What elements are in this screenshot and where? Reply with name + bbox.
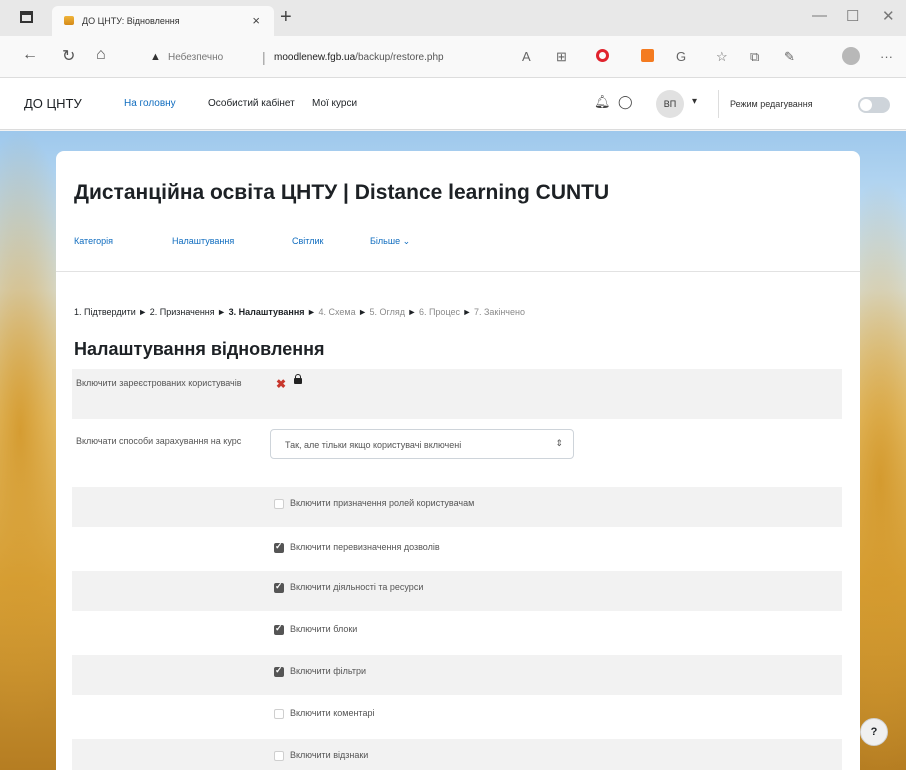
browser-toolbar: ← ↻ ⌂ ▲ Небезпечно | moodlenew.fgb.ua/ba… bbox=[0, 36, 906, 78]
main-content-card: Дистанційна освіта ЦНТУ | Distance learn… bbox=[56, 151, 860, 770]
tab-close-icon[interactable]: × bbox=[252, 13, 260, 28]
checkbox-activities[interactable] bbox=[274, 581, 284, 593]
enrol-methods-value: Так, але тільки якщо користувачі включен… bbox=[285, 440, 462, 450]
tab-more[interactable]: Більше ⌄ bbox=[370, 236, 410, 247]
checkbox-label: Включити діяльності та ресурси bbox=[290, 582, 424, 592]
nav-mycourses-link[interactable]: Мої курси bbox=[312, 98, 357, 109]
cross-icon: ✖ bbox=[276, 377, 287, 391]
step-destination: 2. Призначення bbox=[149, 307, 215, 317]
edit-mode-toggle[interactable] bbox=[858, 97, 890, 113]
more-menu-icon[interactable]: ··· bbox=[880, 49, 893, 64]
messages-icon[interactable]: ◯ bbox=[618, 94, 633, 110]
step-review: 5. Огляд bbox=[369, 307, 405, 317]
lock-icon bbox=[294, 374, 302, 384]
url-text[interactable]: moodlenew.fgb.ua/backup/restore.php bbox=[274, 52, 444, 63]
favorites-icon[interactable]: ☆ bbox=[716, 49, 728, 65]
new-tab-button[interactable]: + bbox=[280, 6, 292, 29]
step-arrow-icon: ► bbox=[462, 307, 472, 317]
checkbox-comments[interactable] bbox=[274, 709, 284, 719]
section-heading: Налаштування відновлення bbox=[74, 339, 325, 359]
checkbox-label: Включити фільтри bbox=[290, 666, 367, 676]
step-arrow-icon: ► bbox=[358, 307, 368, 317]
chevron-down-icon[interactable]: ▾ bbox=[692, 96, 697, 107]
page-title: Дистанційна освіта ЦНТУ | Distance learn… bbox=[74, 181, 610, 204]
form-row-badges: Включити відзнаки bbox=[72, 739, 842, 770]
read-aloud-icon[interactable]: A bbox=[522, 49, 531, 64]
field-label-enrol: Включати способи зарахування на курс bbox=[76, 436, 242, 446]
minimize-icon[interactable]: — bbox=[812, 7, 827, 24]
url-domain: moodlenew.fgb.ua bbox=[274, 52, 356, 63]
tab-settings[interactable]: Налаштування bbox=[172, 236, 234, 246]
restore-progress-steps: 1. Підтвердити ► 2. Призначення ► 3. Нал… bbox=[74, 307, 525, 317]
step-schema: 4. Схема bbox=[318, 307, 356, 317]
field-label-users: Включити зареєстрованих користувачів bbox=[76, 378, 242, 388]
step-arrow-icon: ► bbox=[407, 307, 417, 317]
url-path: /backup/restore.php bbox=[355, 52, 444, 63]
refresh-icon[interactable]: ↻ bbox=[62, 46, 75, 66]
checkbox-label: Включити відзнаки bbox=[290, 750, 369, 760]
maximize-icon[interactable]: ☐ bbox=[846, 7, 859, 25]
checkbox-blocks[interactable] bbox=[274, 623, 284, 635]
enrol-methods-select[interactable]: Так, але тільки якщо користувачі включен… bbox=[270, 429, 574, 459]
nav-dashboard-link[interactable]: Особистий кабінет bbox=[208, 98, 295, 109]
checkbox-label: Включити блоки bbox=[290, 624, 358, 634]
form-row-activities: Включити діяльності та ресурси bbox=[72, 571, 842, 611]
opera-extension-icon[interactable] bbox=[596, 49, 609, 62]
form-row-comments: Включити коментарі bbox=[72, 697, 842, 737]
collections-icon[interactable]: ⧉ bbox=[750, 49, 759, 65]
extension-icon[interactable] bbox=[641, 49, 654, 62]
home-icon[interactable]: ⌂ bbox=[96, 46, 106, 64]
tab-svitlyk[interactable]: Світлик bbox=[292, 236, 323, 246]
close-window-icon[interactable]: ✕ bbox=[882, 7, 895, 25]
toggle-knob bbox=[860, 99, 872, 111]
step-confirm: 1. Підтвердити bbox=[74, 307, 136, 317]
step-arrow-icon: ► bbox=[138, 307, 148, 317]
step-complete: 7. Закінчено bbox=[473, 307, 525, 317]
profile-avatar[interactable] bbox=[842, 47, 860, 65]
extensions-icon[interactable]: ✎ bbox=[784, 49, 795, 65]
form-row-users: Включити зареєстрованих користувачів ✖ bbox=[72, 369, 842, 419]
checkbox-label: Включити коментарі bbox=[290, 708, 375, 718]
step-arrow-icon: ► bbox=[307, 307, 316, 317]
navbar-divider bbox=[718, 90, 719, 118]
step-settings-current: 3. Налаштування bbox=[228, 307, 305, 317]
nav-home-link[interactable]: На головну bbox=[124, 98, 176, 109]
site-navbar: ДО ЦНТУ На головну Особистий кабінет Мої… bbox=[0, 78, 906, 130]
app-available-icon[interactable]: ⊞ bbox=[556, 49, 567, 65]
tab-title: ДО ЦНТУ: Відновлення bbox=[82, 16, 180, 26]
step-process: 6. Процес bbox=[418, 307, 460, 317]
select-caret-icon: ⇕ bbox=[555, 438, 563, 448]
checkbox-badges[interactable] bbox=[274, 751, 284, 761]
form-row-enrol: Включати способи зарахування на курс Так… bbox=[72, 419, 842, 483]
translate-icon[interactable]: G bbox=[676, 49, 686, 64]
warning-icon[interactable]: ▲ bbox=[150, 51, 161, 63]
edit-mode-label: Режим редагування bbox=[730, 99, 813, 109]
checkbox-permissions[interactable] bbox=[274, 541, 284, 553]
user-avatar[interactable]: ВП bbox=[656, 90, 684, 118]
notifications-bell-icon[interactable]: 🔔︎ bbox=[594, 94, 611, 110]
form-row-filters: Включити фільтри bbox=[72, 655, 842, 695]
site-brand[interactable]: ДО ЦНТУ bbox=[24, 96, 82, 111]
tab-category[interactable]: Категорія bbox=[74, 236, 113, 246]
step-arrow-icon: ► bbox=[217, 307, 227, 317]
help-button[interactable]: ? bbox=[860, 718, 888, 746]
back-icon[interactable]: ← bbox=[22, 46, 38, 64]
form-row-permissions: Включити перевизначення дозволів bbox=[72, 531, 842, 571]
checkbox-label: Включити призначення ролей користувачам bbox=[290, 498, 475, 508]
tabs-divider bbox=[56, 271, 860, 272]
url-security-status[interactable]: Небезпечно bbox=[168, 52, 223, 63]
form-row-blocks: Включити блоки bbox=[72, 613, 842, 653]
browser-titlebar: ДО ЦНТУ: Відновлення × + — ☐ ✕ bbox=[0, 0, 906, 36]
site-favicon-icon bbox=[64, 16, 74, 25]
checkbox-filters[interactable] bbox=[274, 665, 284, 677]
checkbox-label: Включити перевизначення дозволів bbox=[290, 542, 440, 552]
form-row-role-assignments: Включити призначення ролей користувачам bbox=[72, 487, 842, 527]
url-separator: | bbox=[262, 49, 266, 65]
checkbox-role-assignments[interactable] bbox=[274, 499, 284, 509]
window-menu-icon[interactable] bbox=[20, 11, 33, 23]
browser-tab-active[interactable]: ДО ЦНТУ: Відновлення × bbox=[52, 6, 274, 36]
